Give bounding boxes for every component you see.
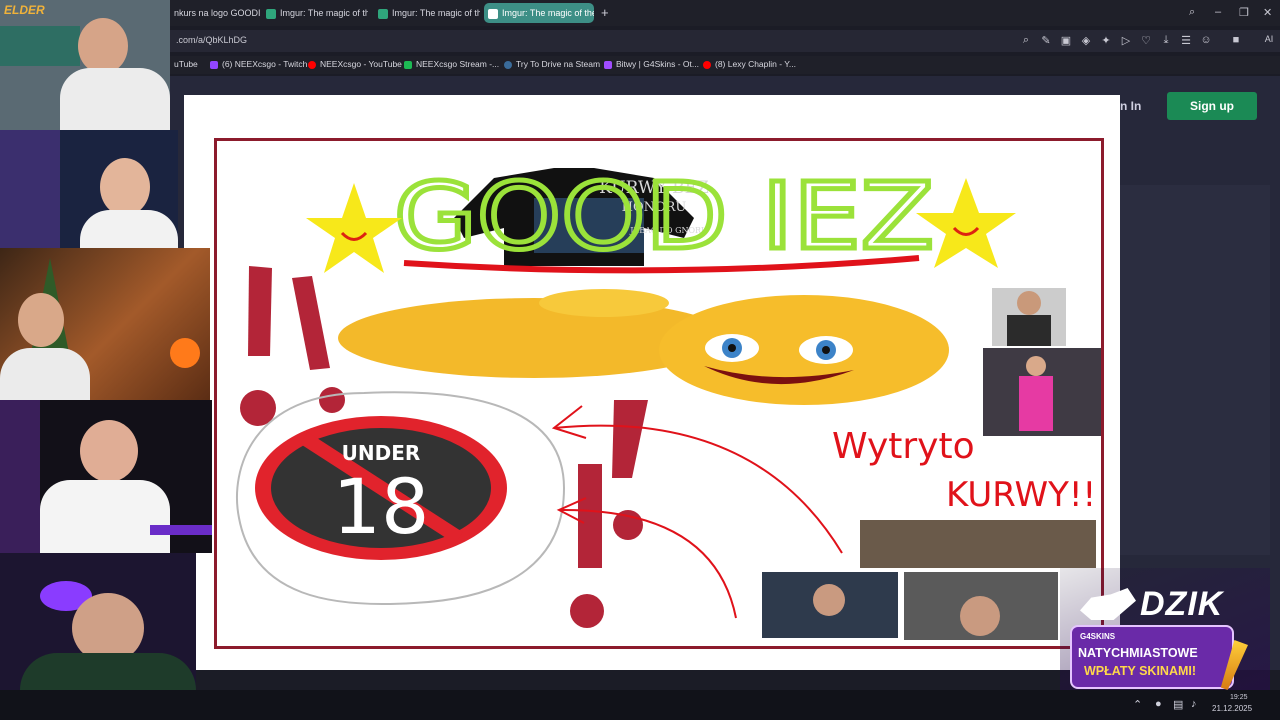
bookmark-label: Try To Drive na Steam: [516, 59, 601, 69]
photo-stream-1: [860, 520, 1096, 568]
promo-brand: G4SKINS: [1080, 632, 1116, 641]
tab-label: Imgur: The magic of the I: [502, 8, 594, 18]
url-text[interactable]: .com/a/QbKLhDG: [176, 35, 247, 45]
download-icon[interactable]: ⤓: [1159, 34, 1173, 47]
webcam-4: [0, 400, 212, 553]
youtube-icon: [308, 60, 316, 69]
clock-time[interactable]: 19:25: [1230, 694, 1248, 701]
star-left-icon: [306, 183, 402, 273]
network-icon[interactable]: ▤: [1173, 698, 1183, 711]
page-sidebar: [1120, 185, 1270, 555]
bookmark-label: NEEXcsgo Stream -...: [416, 59, 500, 69]
tab-imgur-1[interactable]: Imgur: The magic of the I: [262, 3, 368, 23]
webcam-1: [0, 0, 170, 130]
tab-imgur-2[interactable]: Imgur: The magic of the I: [374, 3, 480, 23]
goodiez-title: GOOD IEZ: [394, 163, 934, 270]
g4skins-icon: [604, 60, 612, 69]
taskbar: [0, 690, 1280, 720]
webcam-3: [0, 248, 210, 400]
profile-icon[interactable]: ☺: [1199, 34, 1213, 46]
sign-in-link[interactable]: n In: [1120, 99, 1141, 113]
bookmark-twitch[interactable]: (6) NEEXcsgo - Twitch: [210, 59, 307, 69]
caption-line-2: KURWY!!: [946, 475, 1096, 515]
tab-imgur-active[interactable]: Imgur: The magic of the I: [484, 3, 594, 23]
zoom-icon[interactable]: ⌕: [1019, 34, 1033, 47]
promo-line-2: WPŁATY SKINAMI!: [1084, 664, 1197, 678]
imgur-icon: [266, 8, 276, 19]
bookmark-label: (6) NEEXcsgo - Twitch: [222, 59, 308, 69]
sign-up-button[interactable]: Sign up: [1167, 92, 1257, 120]
new-tab-button[interactable]: +: [601, 5, 609, 20]
bookmark-label: Bitwy | G4Skins - Ot...: [616, 59, 699, 69]
menu-icon[interactable]: ☰: [1179, 34, 1193, 47]
heart-icon[interactable]: ♡: [1139, 34, 1153, 47]
restore-icon[interactable]: ❐: [1239, 6, 1249, 19]
steam-icon: [504, 60, 512, 69]
imgur-icon: [488, 8, 498, 19]
search-tabs-icon[interactable]: ⌕: [1189, 6, 1195, 19]
youtube-icon: [703, 60, 711, 69]
bookmark-label: NEEXcsgo - YouTube: [320, 59, 402, 69]
bookmark-lexy[interactable]: (8) Lexy Chaplin - Y...: [703, 59, 796, 69]
emoji-face-icon: [338, 289, 949, 405]
edit-icon[interactable]: ✎: [1039, 34, 1053, 47]
camera-icon[interactable]: ▣: [1059, 34, 1073, 47]
volume-icon[interactable]: ♪: [1191, 698, 1197, 710]
ai-icon[interactable]: AI: [1259, 34, 1279, 44]
bookmark-neex-youtube[interactable]: NEEXcsgo - YouTube: [308, 59, 402, 69]
drawing-art: KURWY BEZ HONORU JEBAC DO GNORU GOOD IEZ: [235, 161, 1101, 640]
twitch-icon: [210, 60, 218, 69]
microphone-icon[interactable]: ●: [1155, 698, 1162, 710]
imgur-icon: [378, 8, 388, 19]
cube-icon[interactable]: ■: [1229, 34, 1243, 46]
address-bar[interactable]: [170, 30, 1280, 52]
caption-line-1: Wytryto: [832, 426, 975, 467]
channel-tag: ELDER: [4, 3, 45, 17]
bookmark-label: uTube: [174, 59, 198, 69]
age-label: 18: [333, 462, 430, 551]
bookmark-label: (8) Lexy Chaplin - Y...: [715, 59, 796, 69]
dzik-logo: DZIK: [1140, 585, 1224, 623]
tab-contest[interactable]: nkurs na logo GOODIE...: [170, 3, 260, 23]
promo-line-1: NATYCHMIASTOWE: [1078, 646, 1198, 660]
extension-icon[interactable]: ✦: [1099, 34, 1113, 47]
minimize-icon[interactable]: –: [1215, 6, 1221, 18]
tab-label: Imgur: The magic of the I: [280, 8, 368, 18]
play-icon[interactable]: ▷: [1119, 34, 1133, 47]
bookmark-neex-stream[interactable]: NEEXcsgo Stream -...: [404, 59, 499, 69]
kick-icon: [404, 60, 412, 69]
bookmark-youtube[interactable]: uTube: [174, 59, 198, 69]
close-icon[interactable]: ✕: [1263, 6, 1272, 19]
clock-date[interactable]: 21.12.2025: [1212, 704, 1252, 713]
shield-icon[interactable]: ◈: [1079, 34, 1093, 47]
tray-chevron-icon[interactable]: ⌃: [1133, 698, 1142, 711]
webcam-5: [0, 553, 196, 690]
bookmark-g4skins[interactable]: Bitwy | G4Skins - Ot...: [604, 59, 699, 69]
webcam-2: [0, 130, 178, 248]
tab-label: Imgur: The magic of the I: [392, 8, 480, 18]
tab-label: nkurs na logo GOODIE...: [174, 8, 260, 18]
bookmark-steam[interactable]: Try To Drive na Steam: [504, 59, 600, 69]
